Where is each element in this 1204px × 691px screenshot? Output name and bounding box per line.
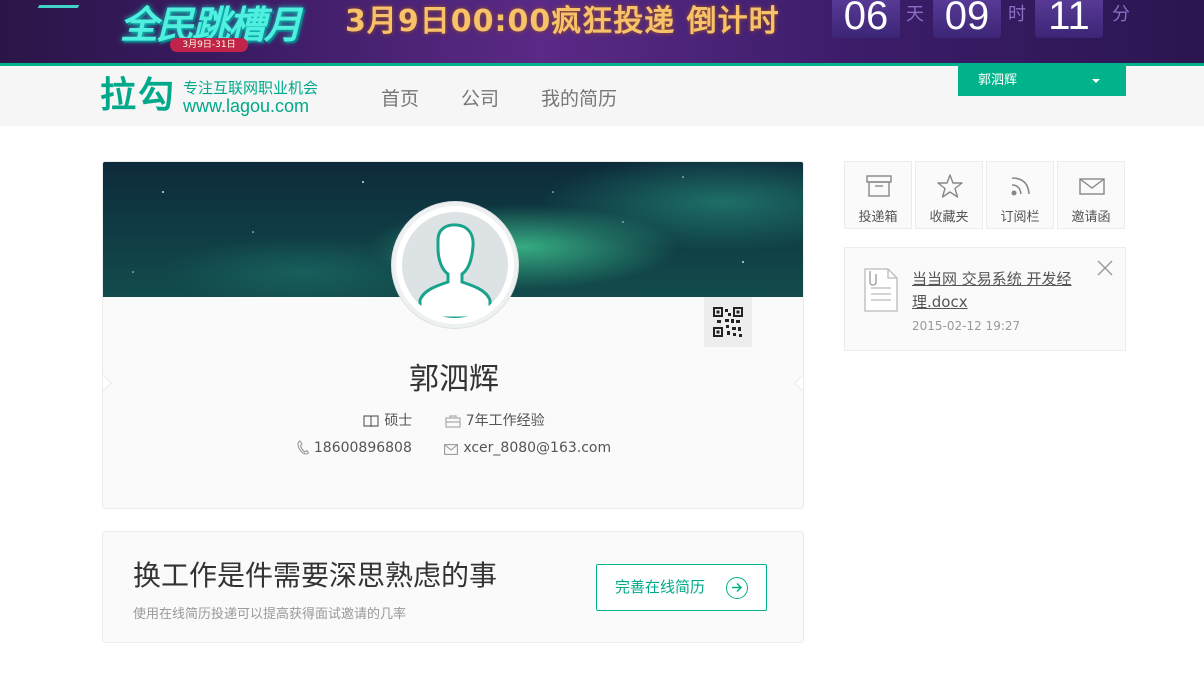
chevron-down-icon <box>1092 79 1100 83</box>
document-icon <box>864 268 898 312</box>
avatar-placeholder <box>402 212 508 318</box>
qr-code-icon <box>713 307 743 337</box>
experience-text: 7年工作经验 <box>465 413 545 429</box>
inbox-icon <box>866 175 892 197</box>
rss-icon <box>1011 177 1030 196</box>
qr-code-button[interactable] <box>704 297 752 347</box>
tip-title: 换工作是件需要深思熟虑的事 <box>133 559 498 592</box>
site-url: www.lagou.com <box>183 96 310 116</box>
book-icon <box>363 415 379 428</box>
email-text: xcer_8080@163.com <box>463 440 612 456</box>
countdown-hours: 09 <box>933 0 1001 38</box>
user-silhouette-icon <box>418 223 492 318</box>
tool-label: 订阅栏 <box>1000 210 1040 225</box>
mail-icon <box>444 444 459 455</box>
profile-card: 郭泗辉 硕士 7年工作经验 18600896808 xcer_8080@163.… <box>102 161 804 509</box>
profile-contact-row: 18600896808 xcer_8080@163.com <box>103 440 803 456</box>
promo-banner[interactable]: 全民跳槽月 3月9日-31日 3月9日00:00疯狂投递 倒计时 06 天 09… <box>0 0 1204 63</box>
envelope-icon <box>1079 178 1105 195</box>
tool-subscriptions[interactable]: 订阅栏 <box>986 161 1054 229</box>
avatar[interactable] <box>392 202 518 328</box>
experience-item: 7年工作经验 <box>445 410 545 430</box>
attachment-file-link[interactable]: 当当网 交易系统 开发经理.docx <box>912 268 1082 314</box>
close-icon[interactable] <box>1097 260 1113 276</box>
banner-headline: 3月9日00:00疯狂投递 倒计时 <box>345 4 780 39</box>
phone-icon <box>297 440 310 455</box>
profile-meta-row: 硕士 7年工作经验 <box>103 410 803 430</box>
degree-text: 硕士 <box>384 413 413 429</box>
user-menu-dropdown[interactable]: 郭泗辉 <box>958 66 1126 96</box>
arrow-right-icon <box>726 577 748 599</box>
briefcase-icon <box>445 415 461 428</box>
tool-invitations[interactable]: 邀请函 <box>1057 161 1125 229</box>
nav-my-resume[interactable]: 我的简历 <box>541 84 617 111</box>
nav-home[interactable]: 首页 <box>381 84 419 111</box>
countdown-days-unit: 天 <box>906 4 924 25</box>
site-slogan: 专注互联网职业机会 <box>183 79 319 97</box>
attachment-date: 2015-02-12 19:27 <box>912 319 1021 333</box>
nav-company[interactable]: 公司 <box>461 84 499 111</box>
site-header: 拉勾 专注互联网职业机会 www.lagou.com 首页 公司 我的简历 郭泗… <box>0 63 1204 126</box>
tool-favorites[interactable]: 收藏夹 <box>915 161 983 229</box>
countdown-hours-unit: 时 <box>1008 4 1026 25</box>
complete-resume-label: 完善在线简历 <box>615 578 706 596</box>
banner-decoration <box>37 0 83 8</box>
tool-delivery-box[interactable]: 投递箱 <box>844 161 912 229</box>
tool-label: 收藏夹 <box>929 210 969 225</box>
profile-name: 郭泗辉 <box>409 362 499 397</box>
degree-item: 硕士 <box>363 410 412 430</box>
resume-tip-card: 换工作是件需要深思熟虑的事 使用在线简历投递可以提高获得面试邀请的几率 完善在线… <box>102 531 804 643</box>
email-item: xcer_8080@163.com <box>444 440 611 456</box>
star-icon <box>937 174 963 198</box>
tool-label: 邀请函 <box>1071 210 1111 225</box>
banner-logo-sub: 3月9日-31日 <box>170 38 248 52</box>
user-name: 郭泗辉 <box>978 73 1018 88</box>
attachment-resume-card: 当当网 交易系统 开发经理.docx 2015-02-12 19:27 <box>844 247 1126 351</box>
countdown-days: 06 <box>832 0 900 38</box>
site-logo[interactable]: 拉勾 <box>100 76 176 116</box>
phone-item: 18600896808 <box>297 440 412 456</box>
complete-resume-button[interactable]: 完善在线简历 <box>596 564 767 611</box>
tip-subtitle: 使用在线简历投递可以提高获得面试邀请的几率 <box>133 607 407 622</box>
countdown-minutes: 11 <box>1035 0 1103 38</box>
phone-text: 18600896808 <box>313 440 412 456</box>
countdown-minutes-unit: 分 <box>1112 4 1130 25</box>
tool-label: 投递箱 <box>858 210 898 225</box>
